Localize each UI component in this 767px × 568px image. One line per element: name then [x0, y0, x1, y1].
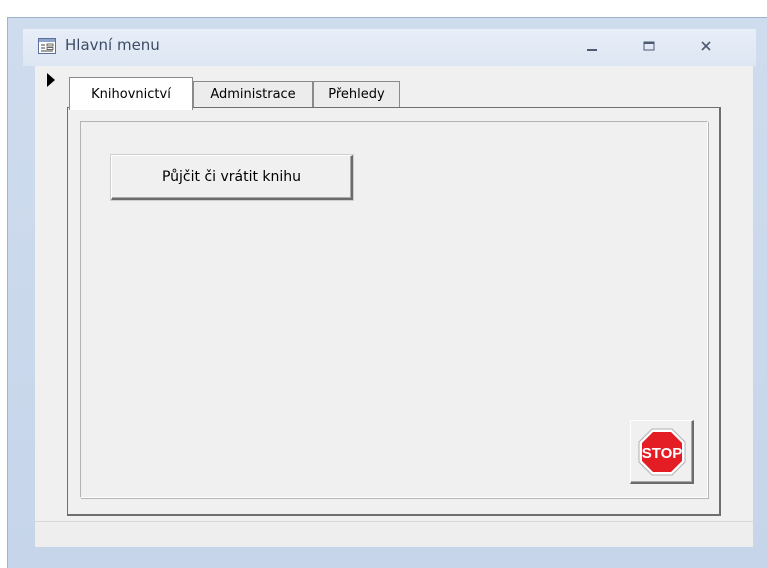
close-button[interactable] — [690, 33, 722, 59]
title-bar: Hlavní menu — [23, 29, 756, 66]
record-selector[interactable] — [35, 66, 55, 546]
tab-knihovnictvi[interactable]: Knihovnictví — [69, 77, 193, 110]
tab-administrace[interactable]: Administrace — [193, 81, 313, 107]
stop-button[interactable]: STOP — [630, 420, 694, 484]
lend-return-book-label: Půjčit či vrátit knihu — [161, 169, 302, 185]
tab-prehledy[interactable]: Přehledy — [313, 81, 400, 107]
lend-return-book-button[interactable]: Půjčit či vrátit knihu — [111, 155, 353, 200]
stop-sign-icon: STOP — [638, 428, 685, 475]
current-record-arrow-icon — [47, 73, 55, 87]
tab-label: Administrace — [210, 87, 296, 102]
tab-label: Knihovnictví — [91, 86, 171, 102]
window-title: Hlavní menu — [65, 36, 160, 54]
stop-label: STOP — [641, 445, 682, 462]
tab-label: Přehledy — [328, 87, 385, 102]
minimize-button[interactable] — [576, 33, 608, 59]
close-icon — [701, 41, 711, 51]
status-strip — [35, 521, 753, 547]
maximize-icon — [643, 41, 655, 51]
maximize-button[interactable] — [633, 33, 665, 59]
form-icon — [38, 38, 56, 54]
minimize-icon — [587, 49, 597, 51]
